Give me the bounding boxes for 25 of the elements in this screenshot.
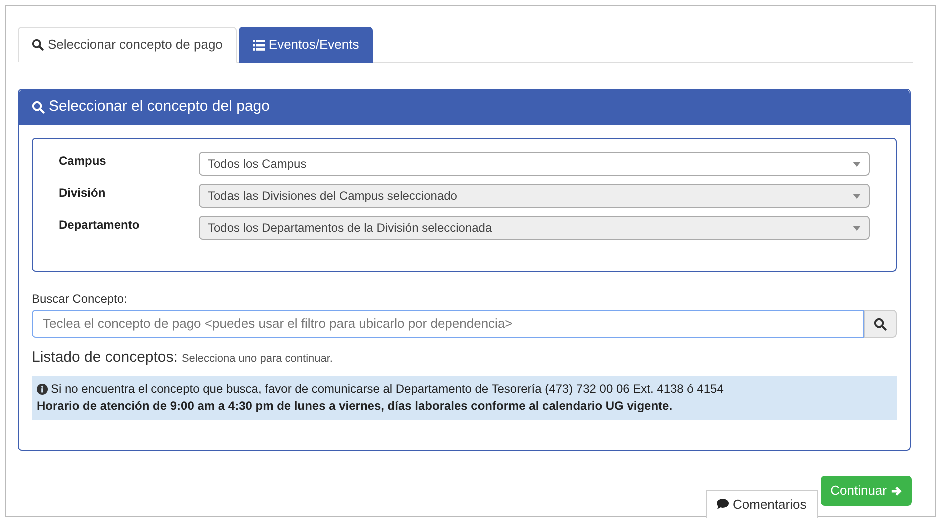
search-button[interactable]: [864, 310, 897, 338]
notice-hours: Horario de atención de 9:00 am a 4:30 pm de lunes a viernes, días laborales conforme al calendario UG vigente.: [37, 398, 674, 414]
notice-text: Si no encuentra el concepto que busca, favor de comunicarse al Departamento de Tesorería (473) 732 00 06 Ext. 4138 ó 4154: [51, 380, 724, 398]
list-icon: [252, 40, 265, 50]
info-icon: [37, 384, 48, 394]
comments-button[interactable]: Comentarios: [706, 490, 818, 518]
search-field[interactable]: Teclea el concepto de pago <puedes usar el filtro para ubicarlo por dependencia>: [32, 310, 864, 338]
speech-bubble-icon: [717, 499, 729, 510]
search-icon: [32, 39, 44, 51]
search-icon: [32, 101, 45, 114]
caret-icon: [853, 162, 861, 166]
filter-label: División: [59, 185, 107, 202]
list-heading: Listado de conceptos:: [32, 348, 178, 368]
list-hint: Selecciona uno para continuar.: [182, 352, 333, 367]
filter-label: Departamento: [59, 217, 141, 234]
search-label: Buscar Concepto:: [32, 291, 128, 308]
panel-title: Seleccionar el concepto del pago: [49, 97, 270, 118]
caret-icon: [853, 226, 861, 230]
filter-label: Campus: [59, 153, 108, 170]
arrow-right-icon: [891, 486, 902, 496]
dropdown[interactable]: Todos los Campus: [199, 152, 870, 176]
tab[interactable]: Seleccionar concepto de pago: [18, 27, 237, 63]
caret-icon: [853, 194, 861, 198]
tab[interactable]: Eventos/Events: [238, 27, 374, 63]
search-icon: [874, 318, 887, 330]
